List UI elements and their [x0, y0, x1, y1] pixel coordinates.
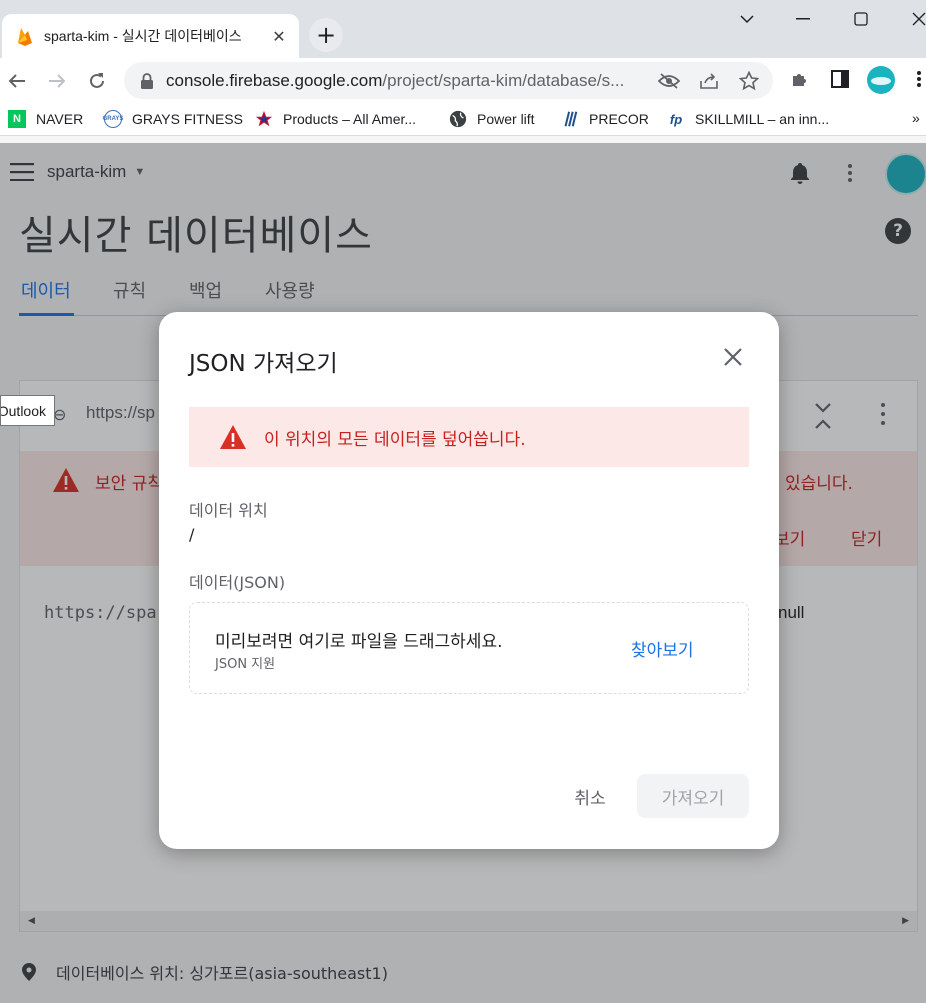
- dropzone-subtext: JSON 지원: [215, 657, 276, 672]
- bookmark-label: PRECOR: [589, 111, 649, 127]
- browse-button[interactable]: 찾아보기: [631, 636, 694, 661]
- bookmark-label: Power lift: [477, 111, 535, 127]
- profile-avatar-icon[interactable]: [866, 65, 896, 95]
- minimize-icon[interactable]: [788, 8, 818, 30]
- maximize-icon[interactable]: [846, 8, 876, 30]
- bookmark-label: GRAYS FITNESS: [132, 111, 243, 127]
- dropzone-text: 미리보려면 여기로 파일을 드래그하세요.: [215, 632, 503, 652]
- close-icon[interactable]: [722, 346, 744, 368]
- browser-menu-icon[interactable]: [906, 66, 926, 92]
- location-value: /: [189, 525, 195, 544]
- location-label: 데이터 위치: [189, 501, 268, 520]
- bookmark-precor[interactable]: PRECOR: [561, 110, 649, 128]
- tooltip-text: Outlook: [0, 402, 46, 419]
- bookmark-star-icon[interactable]: [737, 69, 761, 93]
- firebase-favicon-icon: [18, 28, 32, 46]
- bookmark-label: SKILLMILL – an inn...: [695, 111, 830, 127]
- warning-icon: [220, 425, 246, 449]
- fp-icon: fp: [669, 111, 683, 127]
- json-import-dialog: JSON 가져오기 이 위치의 모든 데이터를 덮어씁니다. 데이터 위치 / …: [159, 312, 779, 849]
- data-label: 데이터(JSON): [189, 573, 286, 592]
- address-bar[interactable]: console.firebase.google.com/project/spar…: [124, 62, 773, 99]
- precor-icon: [564, 111, 578, 127]
- reload-icon[interactable]: [82, 66, 112, 96]
- tab-title: sparta-kim - 실시간 데이터베이스: [44, 28, 242, 44]
- bookmark-power-lift[interactable]: Power lift: [449, 110, 535, 128]
- bookmark-naver[interactable]: N NAVER: [8, 110, 83, 128]
- url-text: console.firebase.google.com/project/spar…: [166, 71, 646, 91]
- tab-search-icon[interactable]: [732, 8, 762, 30]
- bookmarks-bar: N NAVER GRAYS GRAYS FITNESS Products – A…: [0, 104, 926, 136]
- star-logo-icon: [255, 110, 273, 127]
- overwrite-warning: 이 위치의 모든 데이터를 덮어씁니다.: [189, 407, 749, 467]
- bookmarks-overflow-button[interactable]: »: [912, 110, 920, 126]
- bookmark-skillmill[interactable]: fp SKILLMILL – an inn...: [667, 110, 829, 128]
- file-dropzone[interactable]: 미리보려면 여기로 파일을 드래그하세요. JSON 지원 찾아보기: [189, 602, 749, 694]
- globe-icon: [449, 110, 467, 128]
- side-panel-icon[interactable]: [827, 66, 853, 92]
- bookmark-grays-fitness[interactable]: GRAYS GRAYS FITNESS: [103, 110, 243, 128]
- dialog-title: JSON 가져오기: [189, 351, 338, 377]
- tooltip: Outlook: [0, 395, 55, 426]
- browser-tab[interactable]: sparta-kim - 실시간 데이터베이스 ✕: [2, 14, 299, 58]
- cancel-button[interactable]: 취소: [563, 774, 617, 818]
- back-icon[interactable]: [2, 66, 32, 96]
- close-window-icon[interactable]: [904, 8, 926, 30]
- warning-text: 이 위치의 모든 데이터를 덮어씁니다.: [264, 430, 526, 450]
- naver-icon: N: [8, 110, 26, 128]
- new-tab-button[interactable]: +: [309, 18, 343, 52]
- bookmark-label: Products – All Amer...: [283, 111, 417, 127]
- lock-icon: [141, 72, 153, 89]
- url-path: /project/sparta-kim/database/s...: [382, 70, 625, 90]
- url-host: console.firebase.google.com: [166, 70, 383, 90]
- extensions-icon[interactable]: [787, 66, 813, 92]
- bookmark-products[interactable]: Products – All Amer...: [255, 110, 416, 128]
- eye-off-icon[interactable]: [657, 69, 681, 93]
- grays-fitness-icon: GRAYS: [103, 110, 123, 128]
- forward-icon[interactable]: [42, 66, 72, 96]
- share-icon[interactable]: [697, 69, 721, 93]
- bookmark-label: NAVER: [36, 111, 84, 127]
- browser-titlebar: sparta-kim - 실시간 데이터베이스 ✕ +: [0, 0, 926, 58]
- import-button[interactable]: 가져오기: [637, 774, 749, 818]
- tab-close-icon[interactable]: ✕: [269, 26, 289, 46]
